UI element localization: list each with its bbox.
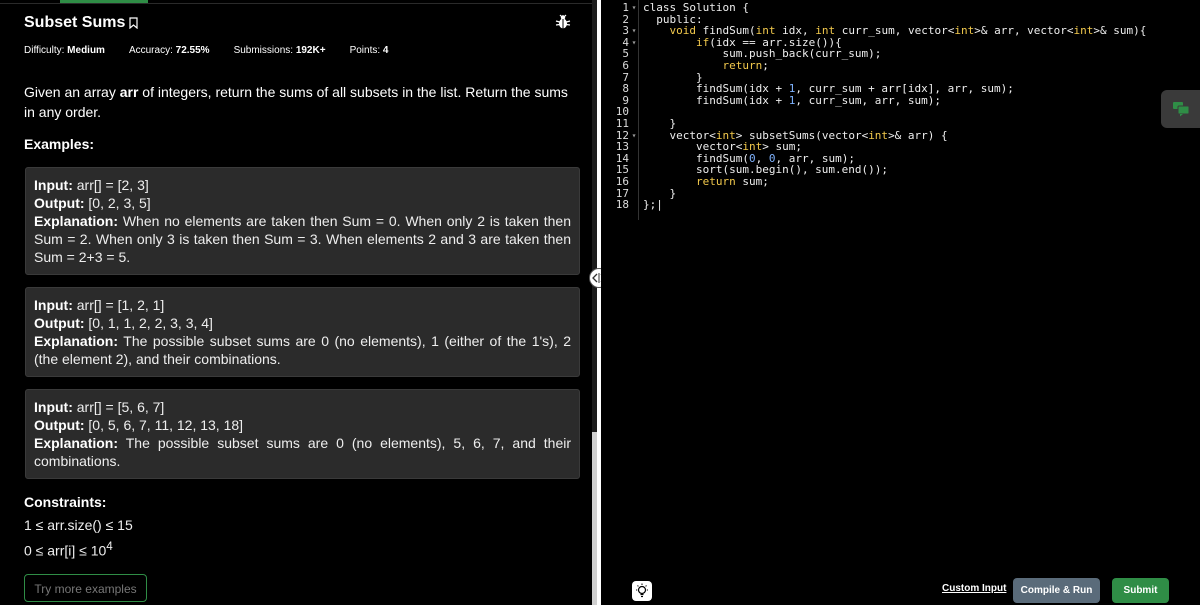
line-number: 6 — [601, 60, 641, 72]
code-line[interactable]: findSum(idx + 1, curr_sum, arr, sum); — [643, 94, 1146, 107]
gutter-separator — [638, 0, 639, 220]
custom-input-link[interactable]: Custom Input — [942, 583, 1006, 594]
line-number-text: 8 — [622, 82, 629, 96]
problem-description: Given an array arr of integers, return t… — [24, 84, 568, 120]
line-number-text: 16 — [615, 174, 629, 188]
points: Points: 4 — [349, 45, 389, 56]
line-number: 3 ▾ — [601, 25, 641, 37]
bookmark-icon[interactable] — [129, 17, 138, 29]
code-editor[interactable]: 1 ▾ 2 3 ▾ 4 ▾ 5 6 7 8 9 10 11 12 ▾ 13 14 15 16 17 18 class So… — [601, 0, 1200, 605]
accuracy: Accuracy: 72.55% — [128, 45, 210, 56]
line-number: 8 — [601, 83, 641, 95]
problem-meta: Difficulty: Medium Accuracy: 72.55% Subm… — [24, 45, 412, 56]
example-box-1: Input: arr[] = [2, 3] Output: [0, 2, 3, … — [25, 167, 580, 275]
problem-title: Subset Sums — [24, 14, 126, 31]
line-number: 4 ▾ — [601, 37, 641, 49]
line-number-text: 13 — [615, 140, 629, 154]
line-number: 16 — [601, 176, 641, 188]
line-number-text: 6 — [622, 58, 629, 72]
constraint-2: 0 ≤ arr[i] ≤ 104 — [24, 540, 113, 559]
line-number: 13 — [601, 141, 641, 153]
example-box-2: Input: arr[] = [1, 2, 1] Output: [0, 1, … — [25, 287, 580, 377]
line-number-text: 1 — [622, 1, 629, 14]
line-number: 5 — [601, 48, 641, 60]
submit-button[interactable]: Submit — [1112, 578, 1169, 603]
compile-run-button[interactable]: Compile & Run — [1013, 578, 1100, 603]
constraints-heading: Constraints: — [24, 494, 107, 510]
line-number: 1 ▾ — [601, 2, 641, 14]
code-line[interactable] — [643, 106, 1146, 118]
line-number: 2 — [601, 13, 641, 26]
line-number: 11 — [601, 118, 641, 130]
code-line[interactable]: return; — [643, 60, 1146, 72]
bulb-shape-icon — [636, 583, 648, 598]
bug-icon[interactable] — [555, 14, 571, 30]
line-number: 7 — [601, 71, 641, 84]
code-line[interactable]: findSum(idx + 1, curr_sum + arr[idx], ar… — [643, 83, 1146, 95]
code-line[interactable]: vector<int> sum; — [643, 141, 1146, 153]
line-number-text: 18 — [615, 198, 629, 212]
example-box-3: Input: arr[] = [5, 6, 7] Output: [0, 5, … — [25, 389, 580, 479]
chat-bubbles-icon — [1172, 102, 1189, 117]
code-area[interactable]: class Solution { public: void findSum(in… — [643, 2, 1146, 211]
line-number-gutter: 1 ▾ 2 3 ▾ 4 ▾ 5 6 7 8 9 10 11 12 ▾ 13 14 15 16 17 18 — [601, 2, 641, 211]
constraint-1: 1 ≤ arr.size() ≤ 15 — [24, 517, 133, 533]
code-line[interactable]: class Solution { — [643, 2, 1146, 14]
line-number: 18 — [601, 199, 641, 211]
chat-icon[interactable] — [1161, 90, 1200, 128]
code-line[interactable]: } — [643, 187, 1146, 200]
line-number-text: 11 — [615, 116, 629, 130]
code-line[interactable]: return sum; — [643, 176, 1146, 188]
code-line[interactable]: };| — [643, 199, 1146, 211]
problem-title-row: Subset Sums — [24, 14, 138, 32]
difficulty: Difficulty: Medium — [24, 45, 105, 56]
tab-divider — [0, 3, 592, 4]
try-more-examples-button[interactable]: Try more examples — [24, 574, 147, 602]
problem-panel: Subset Sums Difficulty: Medium Accuracy:… — [0, 0, 592, 605]
submissions: Submissions: 192K+ — [233, 45, 326, 56]
examples-heading: Examples: — [24, 136, 95, 152]
lightbulb-icon[interactable] — [632, 581, 652, 601]
